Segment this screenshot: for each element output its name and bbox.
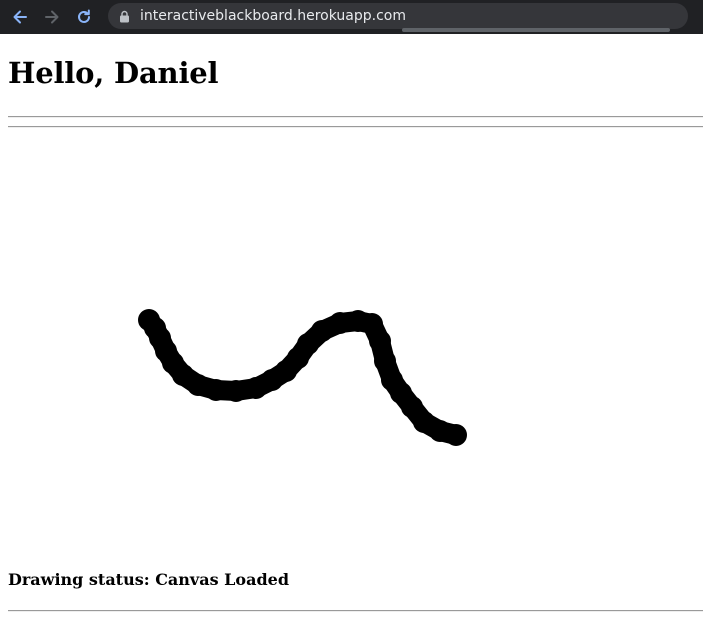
- page-content: Hello, Daniel Drawing status: Canvas Loa…: [0, 34, 703, 631]
- lock-icon[interactable]: [118, 9, 130, 23]
- forward-arrow-icon: [45, 10, 59, 24]
- stroke-dot: [369, 330, 391, 352]
- stroke-dot: [374, 350, 396, 372]
- second-divider: [8, 126, 703, 128]
- back-arrow-icon: [13, 10, 27, 24]
- page-heading: Hello, Daniel: [8, 56, 219, 90]
- stroke-dot: [205, 379, 227, 401]
- address-bar-scrollbar: [402, 28, 670, 32]
- address-bar[interactable]: interactiveblackboard.herokuapp.com: [108, 3, 688, 29]
- stroke-dot: [225, 380, 247, 402]
- forward-button[interactable]: [40, 5, 64, 29]
- bottom-divider: [8, 610, 703, 612]
- top-divider: [8, 116, 703, 118]
- drawing-surface[interactable]: [8, 131, 703, 561]
- back-button[interactable]: [8, 5, 32, 29]
- reload-icon: [78, 9, 90, 23]
- drawing-canvas[interactable]: [8, 131, 703, 561]
- stroke-dot: [445, 424, 467, 446]
- browser-toolbar: interactiveblackboard.herokuapp.com: [0, 0, 703, 34]
- reload-button[interactable]: [72, 5, 96, 29]
- stroke-dots: [138, 309, 467, 446]
- drawing-status: Drawing status: Canvas Loaded: [8, 570, 290, 589]
- address-url: interactiveblackboard.herokuapp.com: [140, 8, 406, 24]
